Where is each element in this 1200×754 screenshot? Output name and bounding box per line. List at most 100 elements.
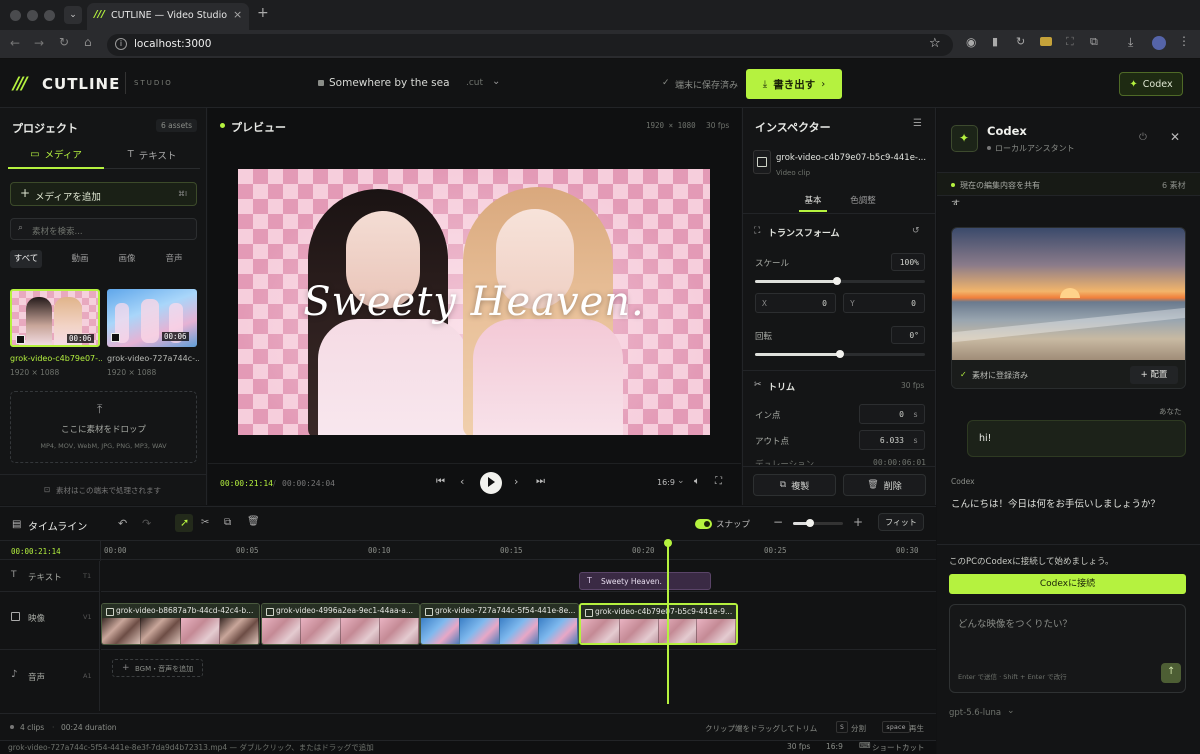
scale-slider-handle[interactable] [832,277,841,285]
url-field[interactable]: i localhost:3000 ☆ [107,34,953,56]
shortcuts-link[interactable]: ショートカット [872,742,925,753]
filter-all[interactable]: すべて [10,250,42,268]
footer-fps: 30 fps [787,742,811,751]
skip-start-icon[interactable]: ⏮ [436,476,445,487]
model-select[interactable]: gpt-5.6-luna [949,708,1001,718]
text-t-icon: T [127,149,134,160]
out-point-unit: s [913,435,918,445]
delete-tool-icon[interactable]: 🗑︎ [247,516,260,527]
share-context-bar[interactable]: 現在の編集内容を共有 6 素材 [937,172,1200,196]
rotate-slider-handle[interactable] [836,350,844,358]
project-name-selector[interactable]: Somewhere by the sea .cut ⌄ [316,73,506,95]
in-point-input[interactable]: 0 s [859,404,925,424]
reload-icon[interactable]: ↻ [59,35,69,49]
tab-color[interactable]: 色調整 [847,192,879,212]
tab-media[interactable]: ▭ メディア [8,141,104,169]
extensions-puzzle-icon[interactable]: ⧉ [1090,35,1098,49]
window-zoom-dot[interactable] [44,10,55,21]
extension-icon[interactable]: ↻ [1016,35,1025,48]
x-input[interactable]: X 0 [755,293,836,313]
aspect-ratio-select[interactable]: 16:9 [657,478,675,487]
video-clip[interactable]: grok-video-727a744c-5f54-441e-8e... [420,603,579,645]
select-tool-button[interactable]: ➚ [175,514,193,532]
zoom-slider[interactable] [793,519,843,527]
timeline-ruler[interactable]: 00:00:21:14 00:00 00:05 00:10 00:15 00:2… [0,540,936,561]
rotate-input[interactable]: 0° [891,326,925,344]
fit-button[interactable]: フィット [878,513,924,531]
close-icon[interactable]: ✕ [1170,130,1180,144]
next-frame-icon[interactable]: › [514,475,518,488]
place-button[interactable]: + 配置 [1130,366,1178,384]
asset-thumbnail[interactable]: 00:06 [10,289,100,347]
forward-icon[interactable]: → [34,36,44,50]
media-search-input[interactable]: ⌕ 素材を検索... [10,218,197,240]
text-clip[interactable]: T Sweety Heaven. [579,572,711,590]
cut-tool-icon[interactable]: ✂ [201,517,209,528]
generated-image-card[interactable]: ✓ 素材に登録済み + 配置 [951,227,1186,389]
video-clip[interactable]: grok-video-4996a2ea-9ec1-44aa-a... [261,603,420,645]
skip-end-icon[interactable]: ⏭ [536,476,545,487]
undo-icon[interactable]: ↶ [118,517,127,530]
scale-slider[interactable] [755,277,925,285]
zoom-out-icon[interactable]: − [773,515,783,529]
power-icon[interactable]: ⏻ [1139,132,1147,143]
filter-audio[interactable]: 音声 [158,250,190,268]
video-clip-selected[interactable]: grok-video-c4b79e07-b5c9-441e-9... [579,603,738,645]
bookmark-star-icon[interactable]: ☆ [929,36,941,51]
extension-icon[interactable]: ▮ [992,35,998,48]
connect-codex-button[interactable]: Codexに接続 [949,574,1186,594]
browser-tab-active[interactable]: /// CUTLINE — Video Studio × [87,3,249,30]
add-media-button[interactable]: + メディアを追加 ⌘I [10,182,197,206]
redo-icon[interactable]: ↷ [142,517,151,530]
play-button[interactable] [480,472,502,494]
export-button[interactable]: ⤓ 書き出す › [746,69,842,99]
tab-list-chevron-icon[interactable]: ⌄ [64,6,82,24]
downloads-icon[interactable]: ⤓ [1128,35,1133,50]
snap-toggle[interactable] [695,519,712,529]
video-clip[interactable]: grok-video-b8687a7b-44cd-42c4-b... [101,603,260,645]
rotate-slider[interactable] [755,350,925,358]
video-clip-label: grok-video-4996a2ea-9ec1-44aa-a... [262,604,419,618]
media-drop-zone[interactable]: ⤒ ここに素材をドロップ MP4, MOV, WebM, JPG, PNG, M… [10,391,197,463]
playhead[interactable] [664,539,672,704]
timeline-duration: 00:24 duration [61,723,117,732]
codex-prompt-input[interactable]: どんな映像をつくりたい？ Enter で送信 · Shift + Enter で… [949,604,1186,693]
duplicate-button[interactable]: ⧉ 複製 [753,474,836,496]
extension-icon[interactable]: ⛶ [1066,35,1074,49]
new-tab-icon[interactable]: + [257,5,269,21]
duplicate-tool-icon[interactable]: ⧉ [224,517,231,528]
asset-thumbnail[interactable]: 00:06 [107,289,197,347]
window-minimize-dot[interactable] [27,10,38,21]
window-close-dot[interactable] [10,10,21,21]
extension-icon[interactable]: ◉ [966,35,976,49]
dress-right [473,319,623,435]
reset-icon[interactable]: ↺ [912,226,920,236]
tab-text[interactable]: T テキスト [104,141,200,169]
out-point-input[interactable]: 6.033 s [859,430,925,450]
sliders-icon[interactable]: ☰ [913,118,922,129]
profile-avatar[interactable] [1152,36,1166,50]
extension-icon[interactable] [1040,37,1052,46]
browser-menu-icon[interactable]: ⋮ [1178,34,1190,48]
scale-input[interactable]: 100% [891,253,925,271]
codex-toggle-button[interactable]: ✦ Codex [1119,72,1183,96]
y-input[interactable]: Y 0 [843,293,925,313]
send-button[interactable]: ↑ [1161,663,1181,683]
zoom-in-icon[interactable]: + [853,515,863,529]
add-media-shortcut: ⌘I [178,190,188,198]
overlay-title-text[interactable]: Sweety Heaven. [238,279,710,325]
back-icon[interactable]: ← [10,36,20,50]
tab-basic[interactable]: 基本 [799,192,827,212]
home-icon[interactable]: ⌂ [84,35,92,49]
volume-icon[interactable]: 🔈︎ [694,476,700,487]
prev-frame-icon[interactable]: ‹ [460,475,464,488]
add-bgm-button[interactable]: + BGM・音声を追加 [112,659,203,677]
delete-button[interactable]: 🗑︎ 削除 [843,474,926,496]
site-info-icon[interactable]: i [115,38,127,50]
tab-close-icon[interactable]: × [233,8,242,21]
fullscreen-icon[interactable]: ⛶ [715,476,722,487]
filter-video[interactable]: 動画 [64,250,96,268]
video-frame[interactable]: Sweety Heaven. [238,169,710,435]
app-header: /// CUTLINE STUDIO Somewhere by the sea … [0,59,1200,108]
filter-image[interactable]: 画像 [111,250,143,268]
